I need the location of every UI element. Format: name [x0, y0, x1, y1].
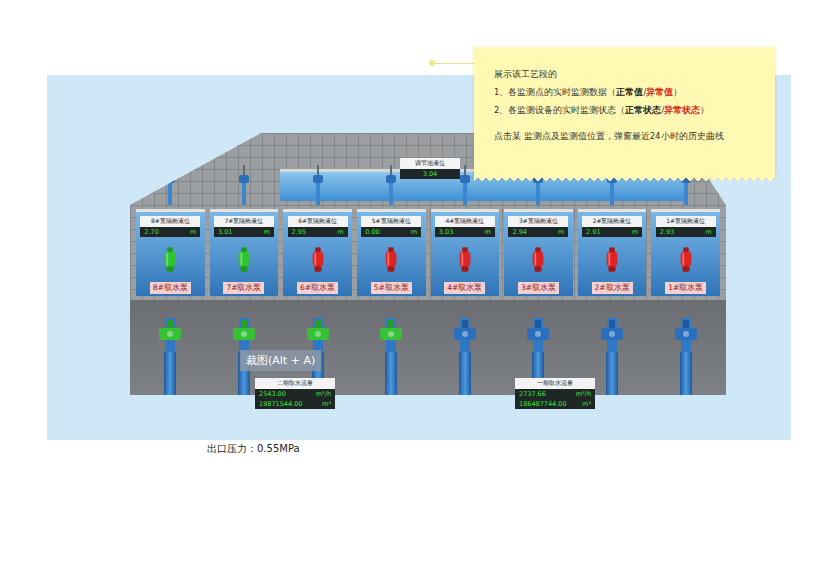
flow-rate: 2543.00m³/h	[255, 389, 335, 399]
bay-level-label: 3#泵隔舱液位	[508, 216, 568, 227]
pipe-column	[431, 300, 500, 395]
pump-bay: 1#泵隔舱液位2.93m 1#取水泵	[651, 209, 720, 296]
scada-page: 调节池液位3.048#泵隔舱液位2.70m8#取水泵7#泵隔舱液位3.01m7#…	[0, 0, 822, 564]
bay-level-value: 2.91m	[582, 227, 642, 237]
pipe-column	[357, 300, 426, 395]
actuator-icon[interactable]	[311, 165, 325, 205]
valve-icon[interactable]	[523, 318, 553, 352]
pipe	[164, 352, 176, 395]
pipe	[459, 352, 471, 395]
actuator-icon[interactable]	[163, 165, 177, 205]
bay-level-value: 3.03m	[435, 227, 495, 237]
tooltip-connector	[432, 63, 474, 64]
flow-label: 二期取水流量	[255, 378, 335, 389]
bay-level-label: 6#泵隔舱液位	[288, 216, 348, 227]
valve-icon[interactable]	[450, 318, 480, 352]
bay-level-box[interactable]: 2#泵隔舱液位2.91m	[582, 216, 642, 237]
pipe	[385, 352, 397, 395]
pipe-row	[130, 300, 726, 395]
bay-level-value: 2.95m	[288, 227, 348, 237]
valve-icon[interactable]	[597, 318, 627, 352]
pump-bay: 3#泵隔舱液位2.94m 3#取水泵	[504, 209, 573, 296]
bay-level-box[interactable]: 3#泵隔舱液位2.94m	[508, 216, 568, 237]
flow-box[interactable]: 二期取水流量2543.00m³/h19871544.00m³	[255, 378, 335, 409]
pool-level-label: 调节池液位	[400, 158, 460, 169]
bay-level-box[interactable]: 7#泵隔舱液位3.01m	[214, 216, 274, 237]
bay-level-box[interactable]: 6#泵隔舱液位2.95m	[288, 216, 348, 237]
pump-icon[interactable]	[529, 247, 547, 273]
pump-bay: 4#泵隔舱液位3.03m 4#取水泵	[431, 209, 500, 296]
bay-level-value: 2.93m	[656, 227, 716, 237]
pump-icon[interactable]	[603, 247, 621, 273]
valve-icon[interactable]	[671, 318, 701, 352]
pump-label[interactable]: 1#取水泵	[665, 282, 706, 294]
bay-level-label: 2#泵隔舱液位	[582, 216, 642, 227]
pump-icon[interactable]	[235, 247, 253, 273]
pump-bay: 7#泵隔舱液位3.01m 7#取水泵	[210, 209, 279, 296]
annotation-note: 展示该工艺段的 1、各监测点的实时监测数据（正常值/异常值） 2、各监测设备的实时监…	[474, 47, 775, 177]
flow-rate: 2737.66m³/h	[515, 389, 595, 399]
pump-icon[interactable]	[382, 247, 400, 273]
pump-label[interactable]: 6#取水泵	[297, 282, 338, 294]
actuator-icon[interactable]	[237, 165, 251, 205]
valve-icon[interactable]	[229, 318, 259, 352]
snip-hint: 裁图(Alt + A)	[240, 350, 321, 371]
note-item: 1、各监测点的实时监测数据（正常值/异常值）	[494, 87, 763, 99]
bay-level-label: 5#泵隔舱液位	[361, 216, 421, 227]
pump-bay: 2#泵隔舱液位2.91m 2#取水泵	[578, 209, 647, 296]
pipe	[606, 352, 618, 395]
pump-icon[interactable]	[309, 247, 327, 273]
valve-icon[interactable]	[303, 318, 333, 352]
connector-dot	[429, 60, 435, 66]
pump-icon[interactable]	[677, 247, 695, 273]
pump-label[interactable]: 5#取水泵	[371, 282, 412, 294]
pipe-column	[651, 300, 720, 395]
actuator-icon[interactable]	[384, 165, 398, 205]
pool-level-box[interactable]: 调节池液位3.04	[400, 158, 460, 179]
pump-bays: 8#泵隔舱液位2.70m 8#取水泵 7#泵隔舱液位3.01m 7#取水泵 6#泵隔舱液…	[130, 205, 726, 300]
flow-total: 19871544.00m³	[255, 399, 335, 409]
pipe-column	[136, 300, 205, 395]
pump-bay: 5#泵隔舱液位0.00m 5#取水泵	[357, 209, 426, 296]
flow-label: 一期取水流量	[515, 378, 595, 389]
flow-total: 186487744.00m³	[515, 399, 595, 409]
actuator-icon[interactable]	[458, 165, 472, 205]
bay-level-value: 3.01m	[214, 227, 274, 237]
pool-level-value: 3.04	[400, 169, 460, 179]
pump-label[interactable]: 4#取水泵	[444, 282, 485, 294]
outlet-pressure: 出口压力：0.55MPa	[207, 442, 822, 456]
valve-icon[interactable]	[376, 318, 406, 352]
bay-level-box[interactable]: 8#泵隔舱液位2.70m	[140, 216, 200, 237]
valve-icon[interactable]	[155, 318, 185, 352]
pump-label[interactable]: 2#取水泵	[592, 282, 633, 294]
bay-level-value: 2.94m	[508, 227, 568, 237]
pipe	[680, 352, 692, 395]
note-item: 2、各监测设备的实时监测状态（正常状态/异常状态）	[494, 105, 763, 117]
flow-box[interactable]: 一期取水流量2737.66m³/h186487744.00m³	[515, 378, 595, 409]
bay-level-label: 7#泵隔舱液位	[214, 216, 274, 227]
bay-level-box[interactable]: 5#泵隔舱液位0.00m	[361, 216, 421, 237]
front-wall: 二期取水流量2543.00m³/h19871544.00m³一期取水流量2737…	[130, 300, 726, 395]
pump-icon[interactable]	[161, 247, 179, 273]
bay-level-label: 8#泵隔舱液位	[140, 216, 200, 227]
pump-icon[interactable]	[456, 247, 474, 273]
pump-label[interactable]: 3#取水泵	[518, 282, 559, 294]
bay-level-box[interactable]: 4#泵隔舱液位3.03m	[435, 216, 495, 237]
pump-label[interactable]: 8#取水泵	[150, 282, 191, 294]
pump-label[interactable]: 7#取水泵	[223, 282, 264, 294]
bay-level-label: 4#泵隔舱液位	[435, 216, 495, 227]
bay-level-value: 0.00m	[361, 227, 421, 237]
note-title: 展示该工艺段的	[494, 69, 763, 81]
pump-bay: 6#泵隔舱液位2.95m 6#取水泵	[283, 209, 352, 296]
bay-level-label: 1#泵隔舱液位	[656, 216, 716, 227]
bay-level-box[interactable]: 1#泵隔舱液位2.93m	[656, 216, 716, 237]
bay-level-value: 2.70m	[140, 227, 200, 237]
note-text: 点击某 监测点及监测值位置，弹窗最近24小时的历史曲线	[494, 131, 763, 143]
pump-bay: 8#泵隔舱液位2.70m 8#取水泵	[136, 209, 205, 296]
